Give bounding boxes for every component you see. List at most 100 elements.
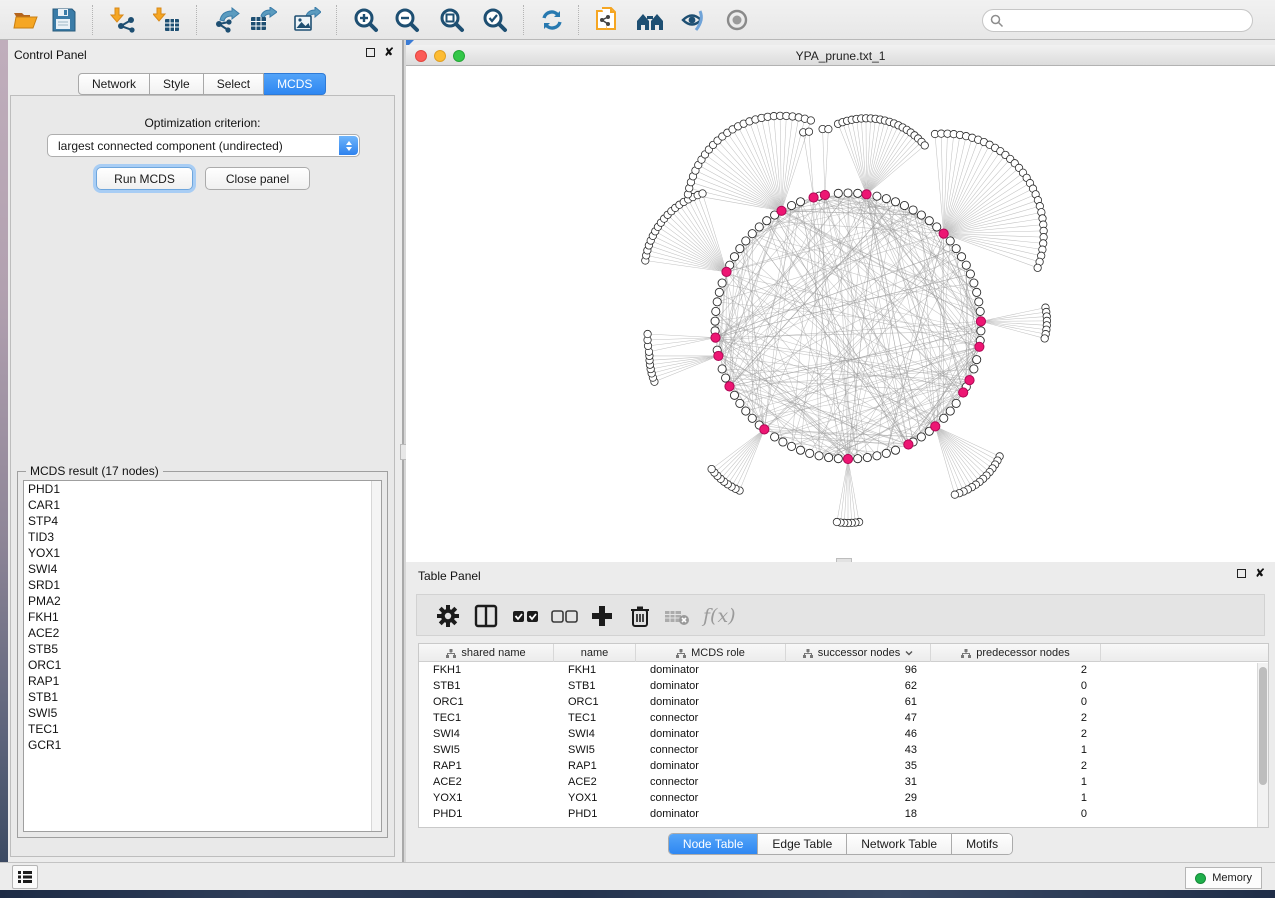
- add-column-icon[interactable]: [589, 603, 615, 629]
- import-table-icon[interactable]: [153, 7, 181, 33]
- mcds-result-list[interactable]: PHD1CAR1STP4TID3YOX1SWI4SRD1PMA2FKH1ACE2…: [23, 480, 382, 832]
- table-cell: ORC1: [419, 694, 554, 710]
- mcds-result-item[interactable]: STB1: [24, 689, 381, 705]
- column-header-MCDS-role[interactable]: MCDS role: [636, 644, 786, 662]
- mcds-result-item[interactable]: TID3: [24, 529, 381, 545]
- table-row[interactable]: FKH1FKH1dominator962: [419, 662, 1268, 678]
- toolbar-separator: [196, 5, 197, 35]
- save-session-icon[interactable]: [50, 7, 78, 33]
- close-panel-icon[interactable]: ✘: [384, 48, 394, 57]
- optimization-criterion-select[interactable]: largest connected component (undirected): [47, 134, 360, 157]
- export-network-icon[interactable]: [212, 7, 240, 33]
- mcds-result-item[interactable]: YOX1: [24, 545, 381, 561]
- mcds-result-item[interactable]: SWI4: [24, 561, 381, 577]
- table-cell: 2: [931, 710, 1101, 726]
- network-canvas[interactable]: [406, 66, 1275, 562]
- select-all-checkboxes-icon[interactable]: [511, 603, 537, 629]
- table-row[interactable]: STB1STB1dominator620: [419, 678, 1268, 694]
- table-cell: dominator: [636, 662, 786, 678]
- float-table-panel-icon[interactable]: [1237, 569, 1246, 578]
- network-graph[interactable]: [406, 66, 1275, 562]
- mcds-result-item[interactable]: PMA2: [24, 593, 381, 609]
- network-window-titlebar[interactable]: YPA_prune.txt_1: [406, 45, 1275, 66]
- table-row[interactable]: PHD1PHD1dominator180: [419, 806, 1268, 822]
- close-table-panel-icon[interactable]: ✘: [1255, 569, 1265, 578]
- tab-motifs[interactable]: Motifs: [952, 834, 1012, 854]
- mcds-result-item[interactable]: SWI5: [24, 705, 381, 721]
- table-cell: 62: [786, 678, 931, 694]
- task-history-button[interactable]: [12, 865, 38, 889]
- table-cell: STB1: [554, 678, 636, 694]
- table-cell: ACE2: [554, 774, 636, 790]
- column-layout-icon[interactable]: [473, 603, 499, 629]
- mcds-result-item[interactable]: SRD1: [24, 577, 381, 593]
- memory-button[interactable]: Memory: [1185, 867, 1262, 889]
- mcds-result-item[interactable]: CAR1: [24, 497, 381, 513]
- tab-edge-table[interactable]: Edge Table: [758, 834, 847, 854]
- refresh-icon[interactable]: [538, 7, 566, 33]
- node-table[interactable]: shared namenameMCDS rolesuccessor nodesp…: [418, 643, 1269, 828]
- table-cell: SWI4: [419, 726, 554, 742]
- float-panel-icon[interactable]: [366, 48, 375, 57]
- settings-gear-icon[interactable]: [435, 603, 461, 629]
- column-header-predecessor-nodes[interactable]: predecessor nodes: [931, 644, 1101, 662]
- export-image-icon[interactable]: [293, 7, 321, 33]
- tab-network-table[interactable]: Network Table: [847, 834, 952, 854]
- close-panel-button[interactable]: Close panel: [205, 167, 310, 190]
- tab-select[interactable]: Select: [204, 73, 264, 95]
- deselect-all-checkboxes-icon[interactable]: [550, 603, 576, 629]
- table-row[interactable]: SWI5SWI5connector431: [419, 742, 1268, 758]
- table-cell: 96: [786, 662, 931, 678]
- table-row[interactable]: SWI4SWI4dominator462: [419, 726, 1268, 742]
- tab-style[interactable]: Style: [150, 73, 204, 95]
- zoom-selected-icon[interactable]: [481, 7, 509, 33]
- mcds-result-item[interactable]: GCR1: [24, 737, 381, 753]
- table-row[interactable]: ACE2ACE2connector311: [419, 774, 1268, 790]
- table-row[interactable]: RAP1RAP1dominator352: [419, 758, 1268, 774]
- first-neighbors-icon[interactable]: [636, 7, 664, 33]
- mcds-result-item[interactable]: PHD1: [24, 481, 381, 497]
- mcds-result-item[interactable]: TEC1: [24, 721, 381, 737]
- table-scrollbar-thumb[interactable]: [1259, 667, 1267, 785]
- import-network-icon[interactable]: [109, 7, 137, 33]
- table-cell: dominator: [636, 758, 786, 774]
- toolbar-separator: [578, 5, 579, 35]
- table-cell: dominator: [636, 726, 786, 742]
- table-cell: connector: [636, 710, 786, 726]
- mcds-result-item[interactable]: FKH1: [24, 609, 381, 625]
- mcds-result-item[interactable]: ACE2: [24, 625, 381, 641]
- function-builder-icon[interactable]: f(x): [703, 603, 741, 629]
- hide-selected-icon[interactable]: [680, 7, 708, 33]
- zoom-fit-icon[interactable]: [438, 7, 466, 33]
- mcds-result-item[interactable]: STB5: [24, 641, 381, 657]
- table-row[interactable]: ORC1ORC1dominator610: [419, 694, 1268, 710]
- mcds-result-item[interactable]: RAP1: [24, 673, 381, 689]
- tab-network[interactable]: Network: [78, 73, 150, 95]
- memory-label: Memory: [1212, 872, 1252, 884]
- column-header-name[interactable]: name: [554, 644, 636, 662]
- table-scrollbar[interactable]: [1257, 663, 1268, 828]
- zoom-in-icon[interactable]: [352, 7, 380, 33]
- column-header-shared-name[interactable]: shared name: [419, 644, 554, 662]
- delete-table-icon[interactable]: [663, 603, 689, 629]
- mcds-result-item[interactable]: STP4: [24, 513, 381, 529]
- table-cell: 31: [786, 774, 931, 790]
- export-table-icon[interactable]: [249, 7, 277, 33]
- tab-node-table[interactable]: Node Table: [669, 834, 759, 854]
- list-scrollbar[interactable]: [371, 481, 381, 831]
- table-row[interactable]: TEC1TEC1connector472: [419, 710, 1268, 726]
- delete-column-icon[interactable]: [627, 603, 653, 629]
- table-cell: RAP1: [419, 758, 554, 774]
- search-input[interactable]: [1008, 14, 1252, 28]
- tab-mcds[interactable]: MCDS: [264, 73, 326, 95]
- column-header-successor-nodes[interactable]: successor nodes: [786, 644, 931, 662]
- memory-status-icon: [1195, 873, 1206, 884]
- run-mcds-button[interactable]: Run MCDS: [96, 167, 193, 190]
- mcds-result-item[interactable]: ORC1: [24, 657, 381, 673]
- table-row[interactable]: YOX1YOX1connector291: [419, 790, 1268, 806]
- open-file-icon[interactable]: [12, 7, 40, 33]
- show-all-icon[interactable]: [724, 7, 752, 33]
- search-field[interactable]: [982, 9, 1253, 32]
- zoom-out-icon[interactable]: [393, 7, 421, 33]
- copy-style-icon[interactable]: [593, 7, 621, 33]
